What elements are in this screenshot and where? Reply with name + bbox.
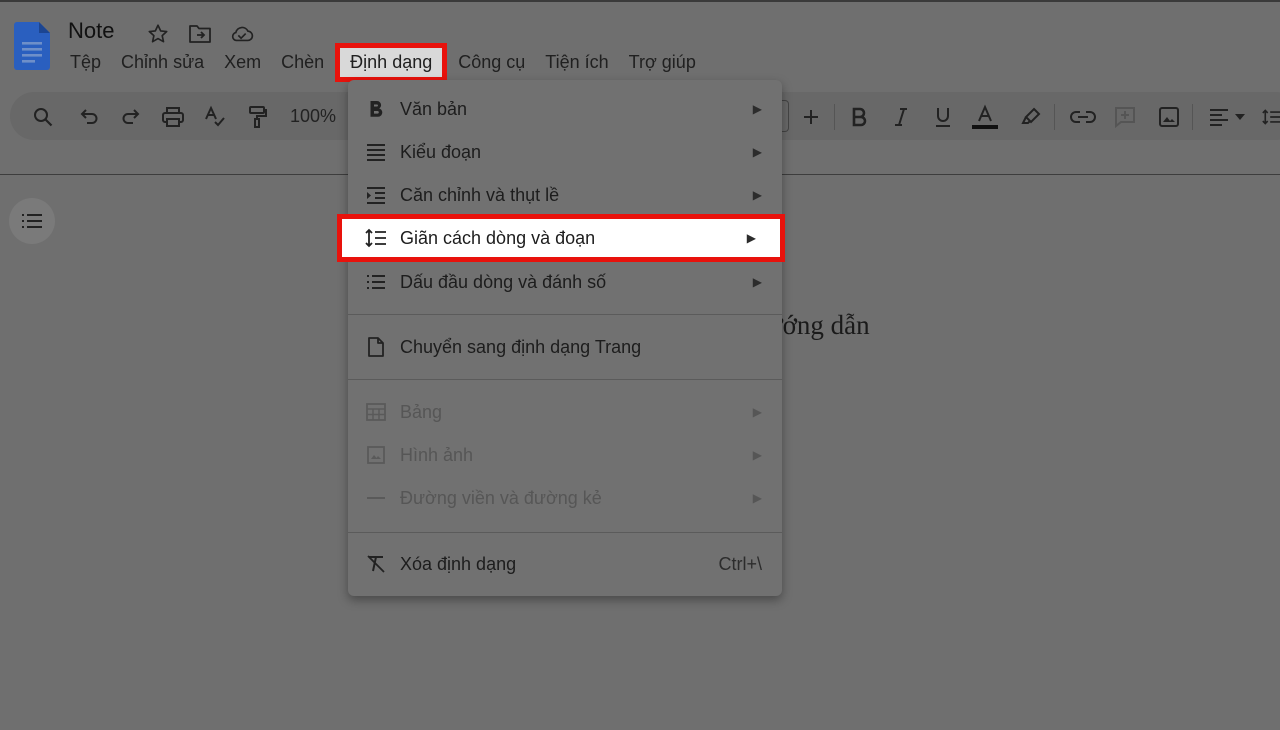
undo-icon[interactable] [76,104,102,130]
table-icon [364,400,388,424]
format-menu-switch-to-pages[interactable]: Chuyển sang định dạng Trang [348,326,782,368]
chevron-down-icon[interactable] [1232,104,1248,130]
submenu-arrow-icon: ▶ [746,231,756,245]
submenu-arrow-icon: ▶ [752,405,762,419]
paragraph-styles-icon [364,140,388,164]
format-menu-align-indent[interactable]: Căn chỉnh và thụt lề ▶ [348,174,782,216]
border-line-icon [364,486,388,510]
move-folder-icon[interactable] [188,22,212,46]
menu-divider [348,314,782,315]
menu-item-label: Bảng [400,401,443,422]
paint-format-icon[interactable] [244,104,270,130]
menu-bar: Tệp Chỉnh sửa Xem Chèn Định dạng Công cụ… [60,43,706,82]
menu-format[interactable]: Định dạng [335,43,448,82]
bold-icon [364,97,388,121]
clear-formatting-icon [364,552,388,576]
toolbar-divider [834,104,835,130]
menu-item-label: Xóa định dạng [400,553,517,574]
format-menu: Văn bản ▶ Kiểu đoạn ▶ Căn chỉnh và thụt … [337,80,785,596]
menu-item-label: Chuyển sang định dạng Trang [400,336,642,357]
outline-list-icon [22,214,42,228]
menu-item-label: Văn bản [400,98,468,119]
bold-icon[interactable] [846,104,872,130]
align-left-icon[interactable] [1206,104,1232,130]
submenu-arrow-icon: ▶ [752,491,762,505]
zoom-select[interactable]: 100% [290,106,336,127]
document-body-text[interactable]: ướng dẫn [768,310,870,341]
insert-image-icon[interactable] [1156,104,1182,130]
format-menu-image: Hình ảnh ▶ [348,434,782,476]
menu-item-label: Hình ảnh [400,444,474,465]
submenu-arrow-icon: ▶ [752,102,762,116]
document-outline-button[interactable] [9,198,55,244]
menu-view[interactable]: Xem [214,48,271,77]
align-indent-icon [364,183,388,207]
image-icon [364,443,388,467]
menu-tools[interactable]: Công cụ [448,48,535,77]
format-menu-line-paragraph-spacing[interactable]: Giãn cách dòng và đoạn ▶ [337,214,785,262]
redo-icon[interactable] [118,104,144,130]
toolbar-divider [1054,104,1055,130]
menu-insert[interactable]: Chèn [271,48,334,77]
format-menu-paragraph-styles[interactable]: Kiểu đoạn ▶ [348,131,782,173]
print-icon[interactable] [160,104,186,130]
menu-item-label: Dấu đầu dòng và đánh số [400,271,607,292]
format-menu-clear-formatting[interactable]: Xóa định dạng Ctrl+\ [348,543,782,585]
add-comment-icon[interactable] [1112,104,1138,130]
submenu-arrow-icon: ▶ [752,145,762,159]
bulleted-list-icon [364,270,388,294]
menu-item-label: Giãn cách dòng và đoạn [400,227,596,248]
submenu-arrow-icon: ▶ [752,448,762,462]
search-icon[interactable] [30,104,56,130]
menu-help[interactable]: Trợ giúp [619,48,706,77]
menu-item-label: Đường viền và đường kẻ [400,487,602,508]
menu-divider [348,379,782,380]
spellcheck-icon[interactable] [202,104,228,130]
highlight-color-icon[interactable] [1018,104,1044,130]
star-icon[interactable] [146,22,170,46]
menu-item-label: Căn chỉnh và thụt lề [400,184,560,205]
increase-font-size-icon[interactable] [798,104,824,130]
docs-logo-icon[interactable] [14,22,50,70]
cloud-saved-icon[interactable] [230,22,254,46]
window-top-border [0,0,1280,2]
menu-extensions[interactable]: Tiện ích [535,48,618,77]
page-icon [364,335,388,359]
doc-title[interactable]: Note [68,18,114,44]
format-menu-table: Bảng ▶ [348,391,782,433]
menu-file[interactable]: Tệp [60,48,111,77]
submenu-arrow-icon: ▶ [752,275,762,289]
italic-icon[interactable] [888,104,914,130]
menu-divider [348,532,782,533]
keyboard-shortcut: Ctrl+\ [718,553,762,574]
menu-item-label: Kiểu đoạn [400,141,482,162]
menu-edit[interactable]: Chỉnh sửa [111,48,214,77]
format-menu-bullets-numbering[interactable]: Dấu đầu dòng và đánh số ▶ [348,261,782,303]
text-color-icon[interactable] [972,104,998,130]
format-menu-text[interactable]: Văn bản ▶ [348,88,782,130]
insert-link-icon[interactable] [1070,104,1096,130]
toolbar-divider [1192,104,1193,130]
underline-icon[interactable] [930,104,956,130]
format-menu-borders-lines: Đường viền và đường kẻ ▶ [348,477,782,519]
line-spacing-toolbar-icon[interactable] [1262,104,1280,130]
line-spacing-icon [364,226,388,250]
submenu-arrow-icon: ▶ [752,188,762,202]
